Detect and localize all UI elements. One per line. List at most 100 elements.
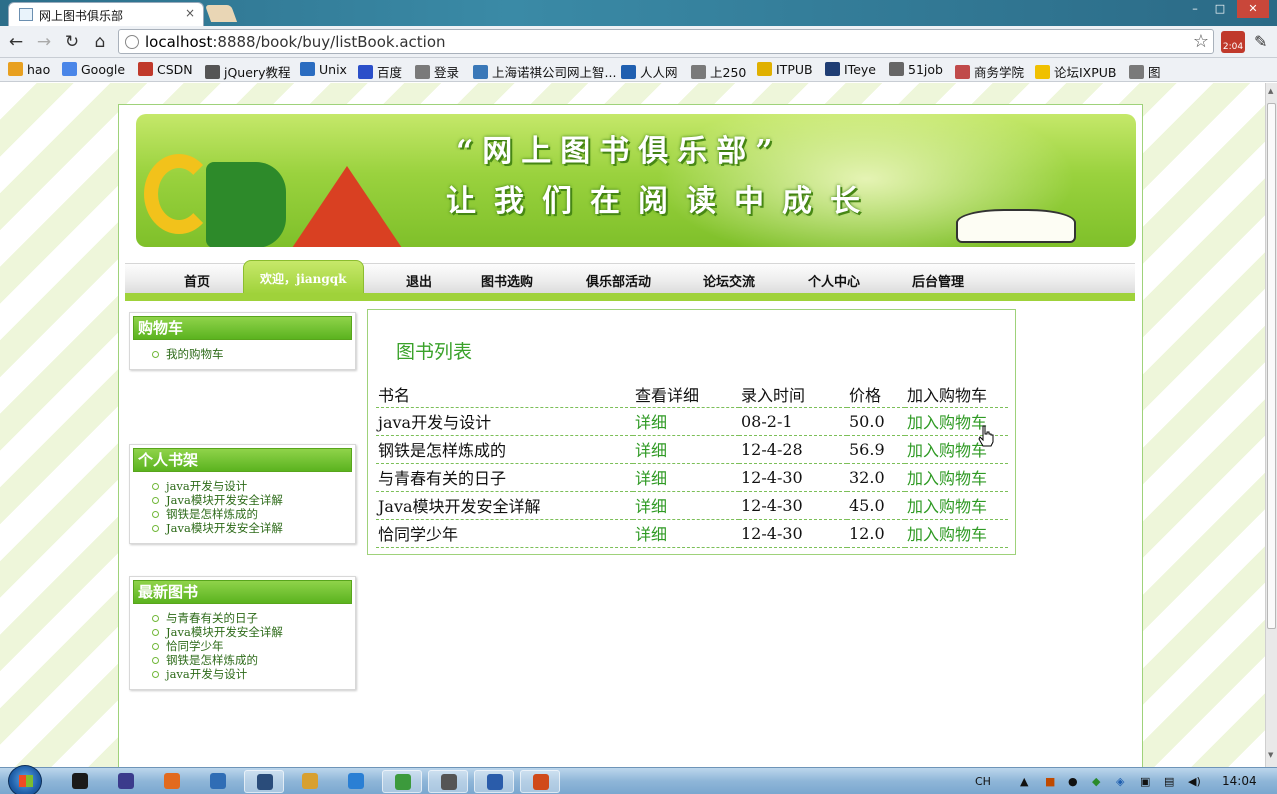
tray-qq-icon[interactable]: ●	[1068, 775, 1078, 788]
page-scrollbar[interactable]: ▲ ▼	[1265, 83, 1277, 767]
add-to-cart-link[interactable]: 加入购物车	[905, 519, 1008, 548]
start-button[interactable]	[8, 765, 42, 794]
network-icon[interactable]: ▤	[1164, 775, 1174, 788]
bookmark-9[interactable]: 上250	[691, 62, 746, 81]
taskbar-explorer-icon[interactable]	[198, 770, 238, 793]
taskbar-ppt-icon[interactable]	[520, 770, 560, 793]
ime-indicator[interactable]: CH	[975, 775, 991, 788]
taskbar-word-icon[interactable]	[474, 770, 514, 793]
app-icon	[257, 774, 273, 790]
forward-icon[interactable]: →	[34, 32, 54, 52]
scroll-up-icon[interactable]: ▲	[1268, 87, 1273, 95]
detail-link[interactable]: 详细	[633, 463, 739, 492]
shelf-book-link[interactable]: Java模块开发安全详解	[152, 521, 355, 535]
column-header-add: 加入购物车	[905, 381, 1008, 408]
table-row: 钢铁是怎样炼成的 详细 12-4-28 56.9 加入购物车	[376, 435, 1008, 464]
taskbar-firefox-icon[interactable]	[152, 770, 192, 793]
bookmark-0[interactable]: hao	[8, 62, 50, 77]
bookmark-7[interactable]: 上海诺祺公司网上智...	[473, 62, 616, 81]
tool-icon	[441, 774, 457, 790]
page-info-icon[interactable]	[125, 35, 139, 49]
bookmark-favicon-icon	[62, 62, 77, 76]
detail-link[interactable]: 详细	[633, 491, 739, 520]
nav-item-7[interactable]: 后台管理	[912, 271, 964, 290]
address-url[interactable]: localhost:8888/book/buy/listBook.action	[145, 33, 446, 51]
taskbar-clock[interactable]: 14:04	[1222, 774, 1257, 788]
nav-item-4[interactable]: 俱乐部活动	[586, 271, 651, 290]
tray-device-icon[interactable]: ▣	[1140, 775, 1150, 788]
nav-item-3[interactable]: 图书选购	[481, 271, 533, 290]
firefox-icon	[164, 773, 180, 789]
bookmark-8[interactable]: 人人网	[621, 62, 678, 81]
bookmark-favicon-icon	[205, 65, 220, 79]
bookmark-star-icon[interactable]: ☆	[1193, 31, 1209, 52]
bookmarks-bar: hao Google CSDN jQuery教程 Unix 百度 登录 上海诺祺公司网上智..…	[0, 58, 1277, 82]
latest-book-link[interactable]: 钢铁是怎样炼成的	[152, 653, 355, 667]
taskbar-chrome-icon[interactable]	[382, 770, 422, 793]
bookmark-10[interactable]: ITPUB	[757, 62, 813, 77]
tray-expand-icon[interactable]: ▲	[1020, 775, 1028, 788]
extension-icon[interactable]: 2:04	[1221, 31, 1245, 53]
bookmark-13[interactable]: 商务学院	[955, 62, 1024, 81]
maximize-window-button[interactable]: □	[1208, 0, 1232, 18]
shelf-book-link[interactable]: 钢铁是怎样炼成的	[152, 507, 355, 521]
bookmark-14[interactable]: 论坛IXPUB	[1035, 62, 1117, 81]
shelf-book-link[interactable]: java开发与设计	[152, 479, 355, 493]
latest-book-link[interactable]: 与青春有关的日子	[152, 611, 355, 625]
detail-link[interactable]: 详细	[633, 435, 739, 464]
taskbar-app2-icon[interactable]	[290, 770, 330, 793]
tray-security-icon[interactable]: ◈	[1116, 775, 1124, 788]
address-bar[interactable]: localhost:8888/book/buy/listBook.action …	[118, 29, 1214, 54]
book-name: 钢铁是怎样炼成的	[376, 435, 633, 464]
bookmark-11[interactable]: ITeye	[825, 62, 876, 77]
bookmark-2[interactable]: CSDN	[138, 62, 193, 77]
latest-book-link[interactable]: java开发与设计	[152, 667, 355, 681]
bookmark-12[interactable]: 51job	[889, 62, 943, 77]
detail-link[interactable]: 详细	[633, 519, 739, 548]
detail-link[interactable]: 详细	[633, 407, 739, 436]
minimize-window-button[interactable]: –	[1183, 0, 1207, 18]
taskbar-ie-icon[interactable]	[336, 770, 376, 793]
home-icon[interactable]: ⌂	[90, 32, 110, 52]
hand-cursor-icon	[978, 425, 994, 447]
reload-icon[interactable]: ↻	[62, 32, 82, 52]
tray-shield-icon[interactable]: ◆	[1092, 775, 1100, 788]
bookmark-4[interactable]: Unix	[300, 62, 347, 77]
taskbar-app-icon[interactable]	[244, 770, 284, 793]
nav-item-0[interactable]: 首页	[184, 271, 210, 290]
nav-item-5[interactable]: 论坛交流	[703, 271, 755, 290]
bookmark-6[interactable]: 登录	[415, 62, 459, 81]
browser-tab[interactable]: 网上图书俱乐部 ×	[8, 2, 204, 26]
eclipse-icon	[118, 773, 134, 789]
taskbar-qq-icon[interactable]	[60, 770, 100, 793]
bookmark-15[interactable]: 图	[1129, 62, 1161, 81]
column-header-detail: 查看详细	[633, 381, 739, 408]
nav-item-1[interactable]: 欢迎，jiangqk	[243, 260, 364, 294]
latest-book-link[interactable]: Java模块开发安全详解	[152, 625, 355, 639]
add-to-cart-link[interactable]: 加入购物车	[905, 463, 1008, 492]
windows-logo-icon	[19, 775, 33, 787]
cart-link[interactable]: 我的购物车	[152, 347, 355, 361]
tray-app-icon[interactable]: ■	[1045, 775, 1055, 788]
nav-item-2[interactable]: 退出	[406, 271, 432, 290]
scrollbar-thumb[interactable]	[1267, 103, 1276, 629]
back-icon[interactable]: ←	[6, 32, 26, 52]
close-window-button[interactable]: ✕	[1237, 0, 1269, 18]
add-to-cart-link[interactable]: 加入购物车	[905, 491, 1008, 520]
book-name: 恰同学少年	[376, 519, 633, 548]
latest-book-link[interactable]: 恰同学少年	[152, 639, 355, 653]
bookmark-5[interactable]: 百度	[358, 62, 402, 81]
nav-item-6[interactable]: 个人中心	[808, 271, 860, 290]
taskbar-eclipse-icon[interactable]	[106, 770, 146, 793]
new-tab-button[interactable]	[204, 5, 238, 22]
bookmark-3[interactable]: jQuery教程	[205, 62, 290, 81]
bookmark-1[interactable]: Google	[62, 62, 125, 77]
volume-icon[interactable]: ◀)	[1188, 775, 1201, 788]
shelf-list: java开发与设计 Java模块开发安全详解 钢铁是怎样炼成的 Java模块开发安全详…	[130, 475, 355, 541]
wrench-menu-icon[interactable]: ✎	[1254, 32, 1267, 51]
shelf-book-link[interactable]: Java模块开发安全详解	[152, 493, 355, 507]
taskbar-tool-icon[interactable]	[428, 770, 468, 793]
bookmark-favicon-icon	[691, 65, 706, 79]
close-tab-icon[interactable]: ×	[185, 6, 195, 20]
scroll-down-icon[interactable]: ▼	[1268, 751, 1273, 759]
